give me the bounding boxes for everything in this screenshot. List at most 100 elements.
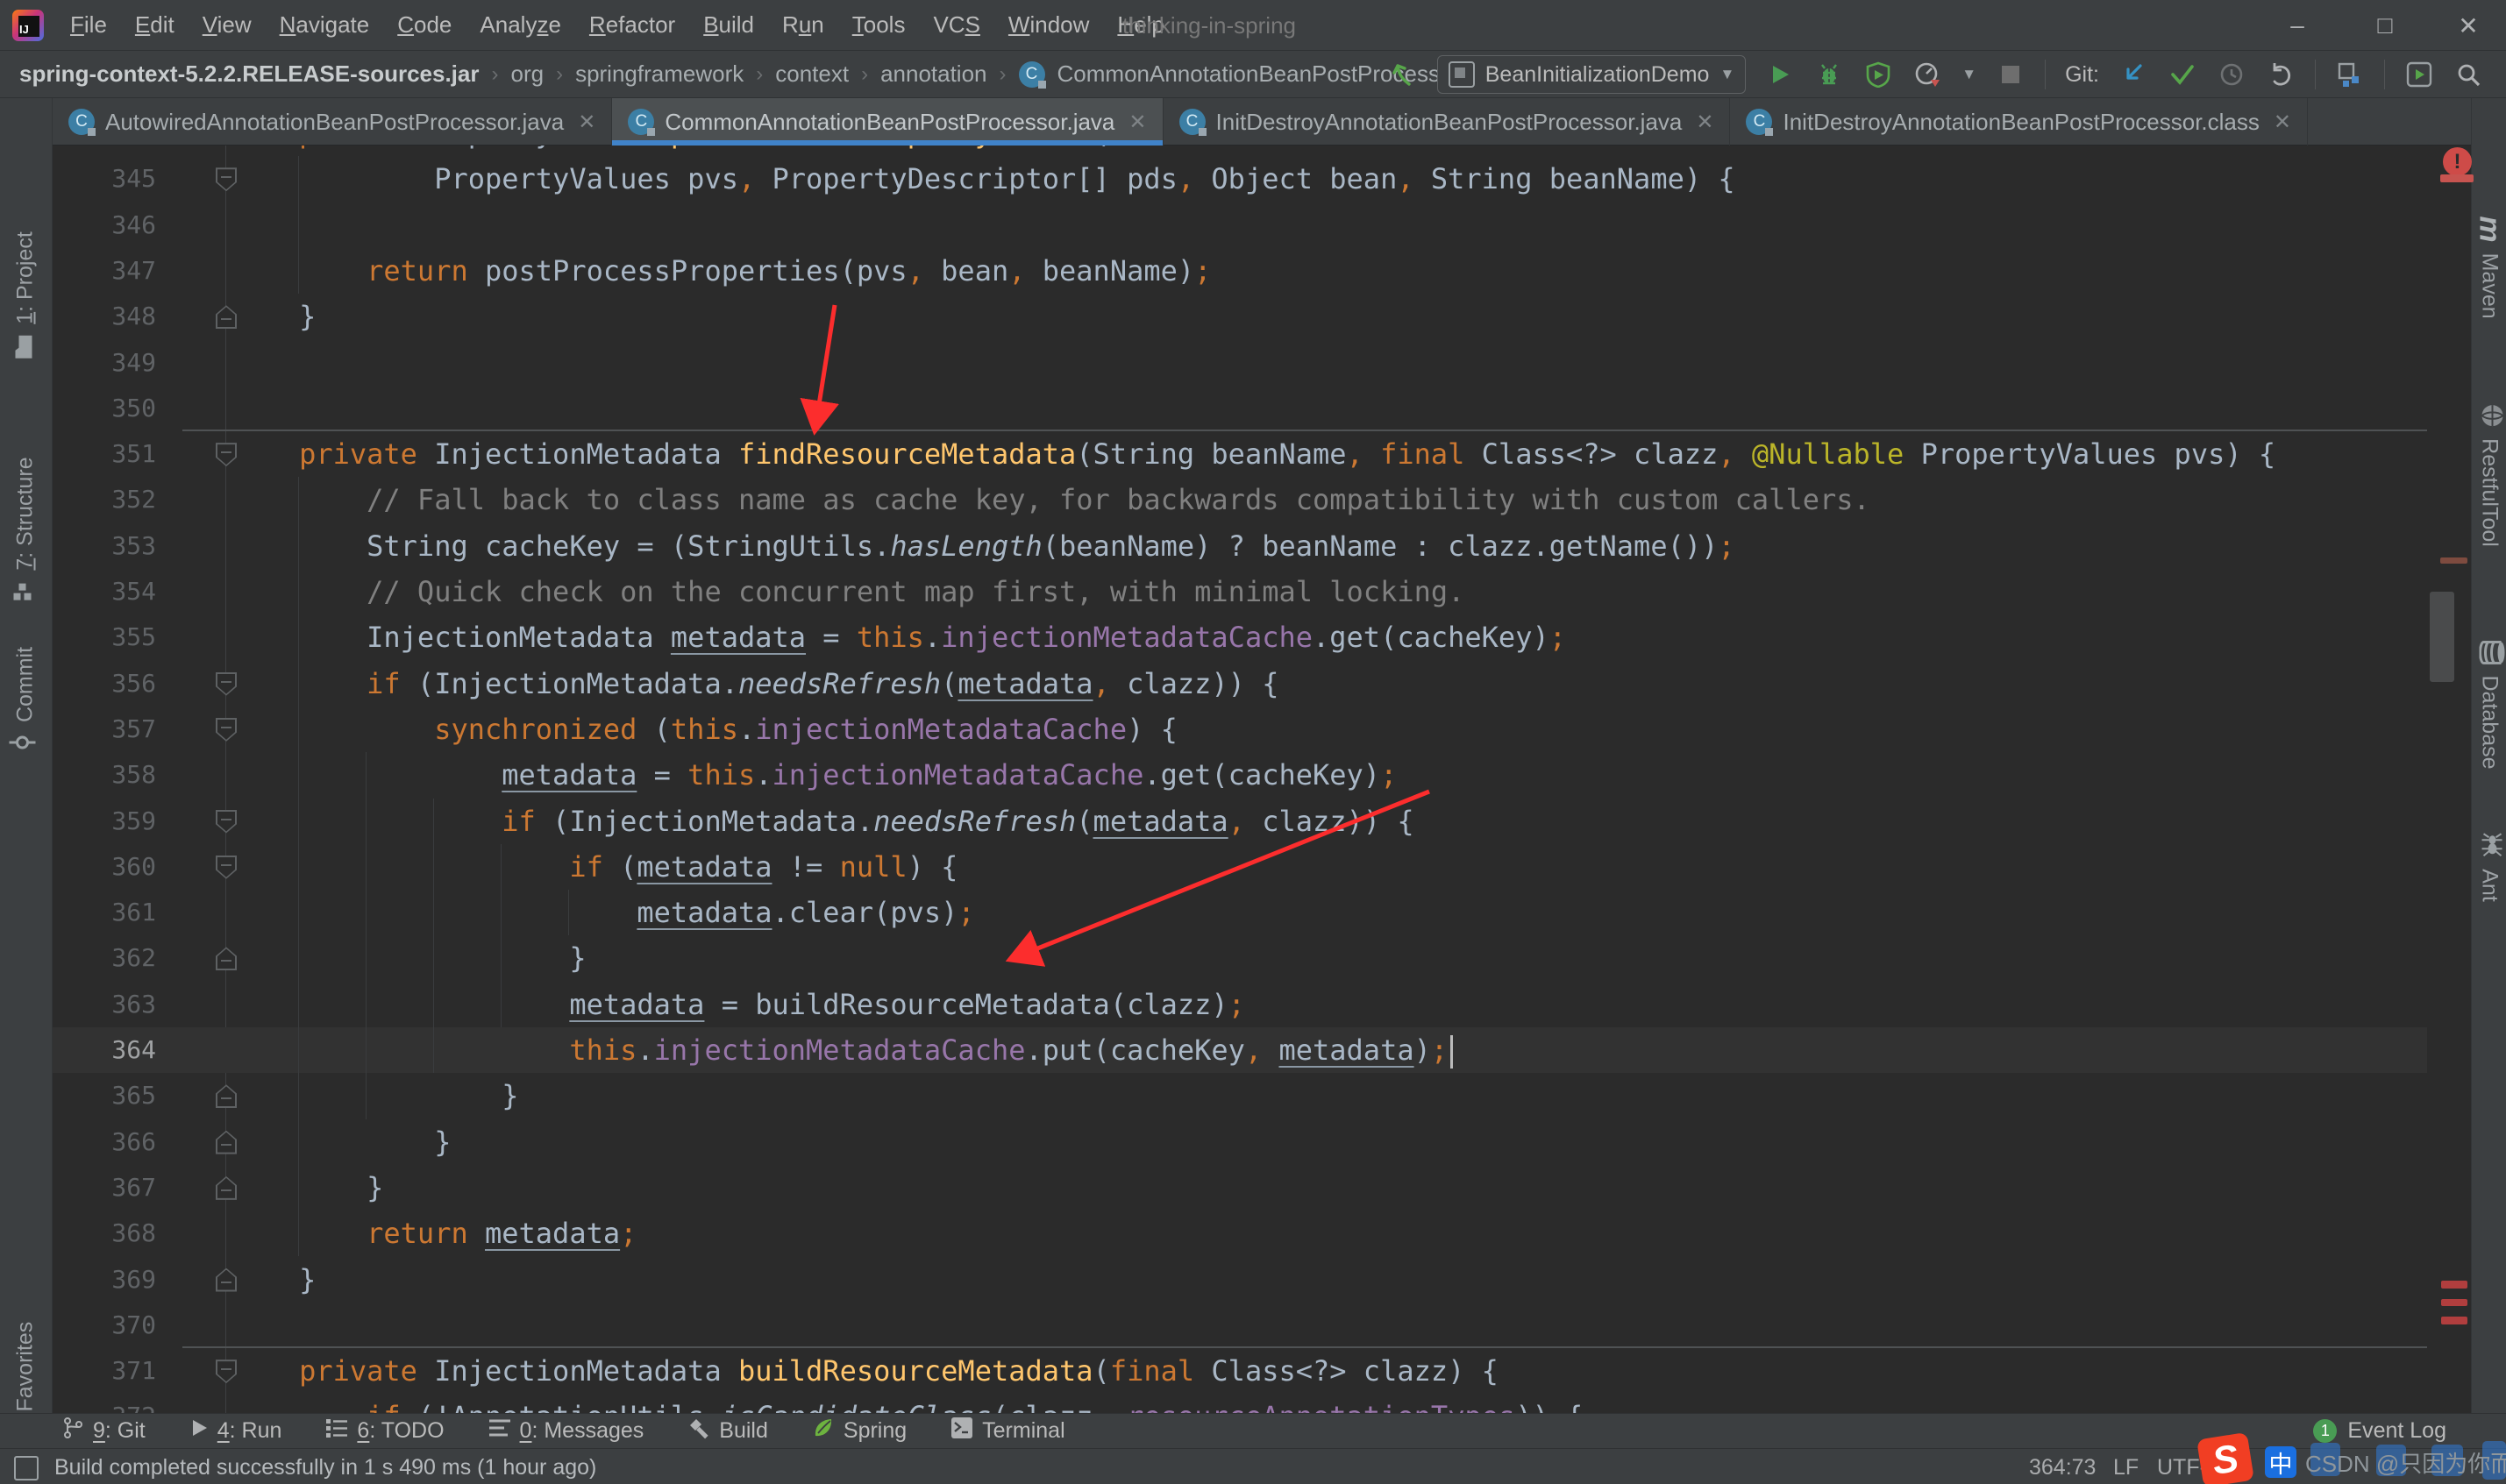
editor-scrollbar-track[interactable] [2427, 146, 2471, 1413]
minimize-button[interactable]: – [2262, 0, 2332, 51]
close-icon[interactable]: ✕ [1696, 110, 1713, 135]
menu-edit[interactable]: Edit [125, 8, 185, 42]
menu-window[interactable]: Window [998, 8, 1100, 42]
git-update-button[interactable] [2118, 60, 2148, 89]
code-text: } [231, 1165, 383, 1211]
debug-button[interactable] [1814, 60, 1844, 89]
toolwindow-button-spring[interactable]: Spring [812, 1417, 907, 1445]
tool-stripe-label: 1: Project [13, 231, 39, 324]
breadcrumb-item[interactable]: spring-context-5.2.2.RELEASE-sources.jar [19, 60, 479, 88]
code-text: } [231, 1257, 316, 1303]
profiler-button[interactable] [1912, 60, 1942, 89]
menu-code[interactable]: Code [387, 8, 462, 42]
tool-stripe-button-structure[interactable]: 7: Structure [0, 424, 51, 635]
stop-button[interactable] [1996, 60, 2025, 89]
breadcrumb-item[interactable]: org [510, 60, 544, 88]
menu-file[interactable]: File [60, 8, 117, 42]
code-text: metadata = buildResourceMetadata(clazz); [231, 982, 1245, 1027]
code-text: } [231, 1119, 451, 1165]
editor-tab[interactable]: CCommonAnnotationBeanPostProcessor.java✕ [612, 98, 1163, 146]
code-text: metadata.clear(pvs); [231, 890, 975, 935]
tool-stripe-button-database[interactable]: Database [2472, 605, 2506, 805]
close-icon[interactable]: ✕ [1128, 110, 1146, 135]
class-icon: C [68, 109, 95, 135]
tool-stripe-label: Commit [13, 646, 39, 721]
line-number: 366 [88, 1119, 156, 1165]
menu-refactor[interactable]: Refactor [579, 8, 686, 42]
tool-stripe-button-commit[interactable]: Commit [0, 622, 51, 776]
coverage-button[interactable] [1863, 60, 1893, 89]
error-stripe-mark[interactable] [2440, 557, 2467, 564]
menu-navigate[interactable]: Navigate [269, 8, 381, 42]
error-stripe-mark[interactable] [2440, 174, 2474, 182]
search-everywhere-icon[interactable] [2453, 60, 2483, 89]
close-button[interactable]: ✕ [2433, 0, 2503, 51]
diagrams-icon[interactable] [2335, 60, 2365, 89]
menu-vcs[interactable]: VCS [922, 8, 990, 42]
history-button[interactable] [2217, 60, 2246, 89]
code-text: String cacheKey = (StringUtils.hasLength… [231, 523, 1735, 569]
jump-to-source-icon[interactable] [1388, 60, 1418, 89]
code-line-370: 370 [53, 1303, 2427, 1348]
line-number: 358 [88, 752, 156, 798]
toolwindow-toggle-icon[interactable] [14, 1456, 39, 1480]
editor-tab[interactable]: CInitDestroyAnnotationBeanPostProcessor.… [1730, 98, 2308, 146]
error-stripe-mark[interactable] [2441, 1317, 2467, 1324]
breadcrumb-item[interactable]: annotation [880, 60, 986, 88]
code-line-366: 366 } [53, 1119, 2427, 1165]
toolwindow-button-terminal[interactable]: Terminal [950, 1417, 1064, 1445]
toolwindow-button-run[interactable]: 4: Run [189, 1418, 282, 1444]
menu-tools[interactable]: Tools [842, 8, 916, 42]
tool-stripe-button-project[interactable]: 1: Project [0, 212, 51, 379]
tool-stripe-button-maven[interactable]: mMaven [2472, 203, 2506, 330]
profiler-chevron-icon[interactable]: ▼ [1961, 66, 1976, 83]
scrollbar-thumb[interactable] [2430, 592, 2454, 682]
intellij-logo-icon: IJ [12, 10, 44, 41]
menu-analyze[interactable]: Analyze [469, 8, 572, 42]
line-number: 371 [88, 1348, 156, 1394]
close-icon[interactable]: ✕ [578, 110, 595, 135]
line-number: 346 [88, 202, 156, 248]
code-editor[interactable]: 344 public PropertyValues postProcessPro… [53, 146, 2427, 1413]
line-number: 352 [88, 477, 156, 522]
menu-build[interactable]: Build [693, 8, 765, 42]
error-stripe-mark[interactable] [2441, 1299, 2467, 1306]
code-text: } [231, 1073, 519, 1118]
code-text: return metadata; [231, 1211, 637, 1256]
breadcrumb-item[interactable]: context [775, 60, 849, 88]
maximize-button[interactable]: □ [2350, 0, 2420, 51]
editor-tab[interactable]: CInitDestroyAnnotationBeanPostProcessor.… [1164, 98, 1731, 146]
close-icon[interactable]: ✕ [2274, 110, 2291, 135]
tool-stripe-button-ant[interactable]: Ant [2472, 810, 2506, 924]
editor-tab-bar: CAutowiredAnnotationBeanPostProcessor.ja… [53, 98, 2471, 146]
code-line-352: 352 // Fall back to class name as cache … [53, 477, 2427, 522]
code-text: if (!AnnotationUtils.isCandidateClass(cl… [231, 1394, 1583, 1413]
class-icon: C [1746, 109, 1772, 135]
line-number: 361 [88, 890, 156, 935]
run-configuration-select[interactable]: BeanInitializationDemo ▼ [1437, 55, 1747, 94]
toolwindow-button-git[interactable]: 9: Git [61, 1417, 146, 1445]
caret-position-widget[interactable]: 364:73 [2029, 1455, 2096, 1480]
menu-view[interactable]: View [192, 8, 262, 42]
error-indicator-badge[interactable]: ! [2443, 147, 2472, 176]
toolwindow-button-messages[interactable]: 0: Messages [488, 1417, 644, 1445]
run-anything-icon[interactable] [2404, 60, 2434, 89]
globe-icon [2474, 403, 2505, 428]
toolwindow-button-build[interactable]: Build [687, 1417, 768, 1445]
app-config-icon [1449, 61, 1475, 88]
line-ending-widget[interactable]: LF [2113, 1455, 2139, 1480]
menu-run[interactable]: Run [772, 8, 835, 42]
tool-stripe-label: RestfulTool [2477, 438, 2502, 547]
git-commit-button[interactable] [2168, 60, 2197, 89]
error-stripe-mark[interactable] [2441, 1281, 2467, 1289]
tool-stripe-button-restfultool[interactable]: RestfulTool [2472, 354, 2506, 595]
code-line-348: 348 } [53, 294, 2427, 339]
breadcrumb-item[interactable]: springframework [575, 60, 744, 88]
text-caret [1450, 1035, 1453, 1069]
editor-tab[interactable]: CAutowiredAnnotationBeanPostProcessor.ja… [53, 98, 612, 146]
run-button[interactable] [1765, 60, 1795, 89]
build-status-message: Build completed successfully in 1 s 490 … [54, 1455, 596, 1480]
toolwindow-button-todo[interactable]: 6: TODO [325, 1417, 444, 1445]
indent-guide [298, 477, 299, 1256]
rollback-button[interactable] [2266, 60, 2296, 89]
